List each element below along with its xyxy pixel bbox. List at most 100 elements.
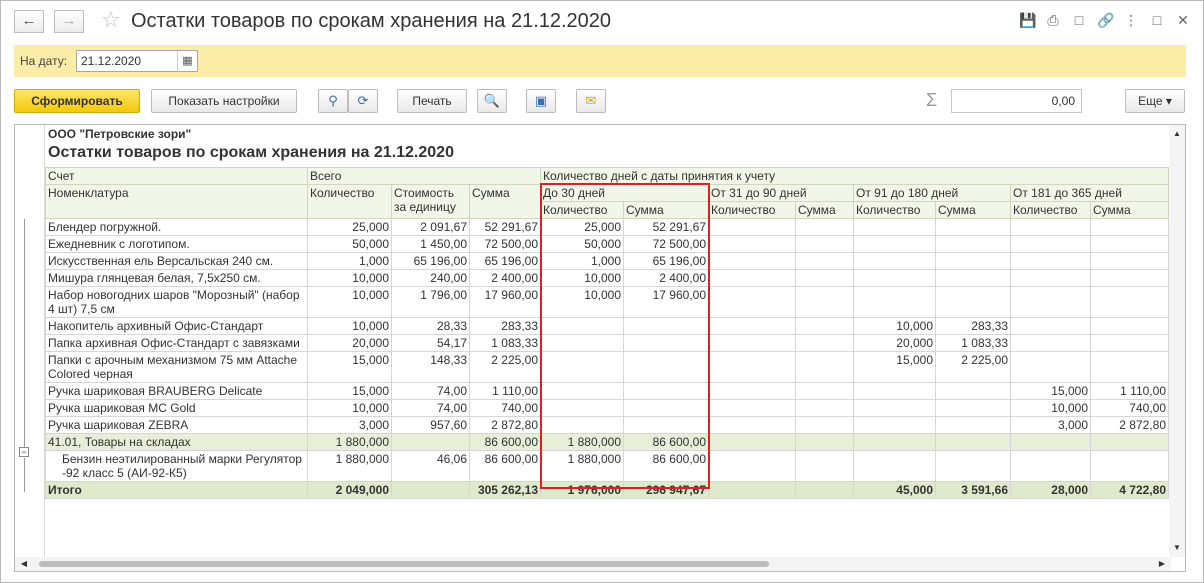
item-name: Блендер погружной. [45,218,308,236]
item-sum-365 [1090,252,1169,270]
generate-button[interactable]: Сформировать [14,89,140,113]
report-title: Остатки товаров по срокам хранения на 21… [48,144,454,161]
item-qty-30: 1 880,000 [540,450,624,482]
search-button[interactable]: ⚲ [318,89,348,113]
table-row[interactable]: Ручка шариковая MC Gold 10,000 74,00 740,00… [45,399,1169,417]
menu-dots-icon[interactable]: ⋮ [1123,12,1139,28]
item-qty-365: 15,000 [1010,382,1091,400]
horizontal-scrollbar[interactable]: ◀ ▶ [15,557,1171,571]
item-sum-30: 52 291,67 [623,218,709,236]
favorite-star-icon[interactable]: ☆ [101,7,121,33]
save-icon[interactable]: 💾 [1019,12,1036,28]
scroll-left-icon[interactable]: ◀ [17,557,31,571]
table-row[interactable]: Бензин неэтилированный марки Регулятор -… [45,450,1169,482]
item-qty-90 [708,252,796,270]
empty-cell [391,481,470,499]
item-sum-30: 72 500,00 [623,235,709,253]
header-sum: Сумма [1090,201,1169,219]
item-sum-180 [935,252,1011,270]
item-sum-30 [623,351,709,383]
group-name: 41.01, Товары на складах [45,433,308,451]
item-qty-90 [708,286,796,318]
email-button[interactable]: ✉ [576,89,606,113]
maximize-icon[interactable]: □ [1149,12,1165,28]
forward-button[interactable]: → [54,10,84,33]
item-sum-30: 65 196,00 [623,252,709,270]
table-row[interactable]: Мишура глянцевая белая, 7,5х250 см. 10,00… [45,269,1169,287]
item-qty-90 [708,269,796,287]
table-row[interactable]: Папки с арочным механизмом 75 мм Attache… [45,351,1169,383]
item-qty-365 [1010,351,1091,383]
item-qty-180 [853,382,936,400]
item-qty-180: 15,000 [853,351,936,383]
empty-cell [708,433,796,451]
table-row[interactable]: Набор новогодних шаров "Морозный" (набор… [45,286,1169,318]
search-refresh-button[interactable]: ⟳ [348,89,378,113]
print-button[interactable]: Печать [397,89,467,113]
collapse-toggle[interactable]: − [19,447,29,457]
item-name: Бензин неэтилированный марки Регулятор -… [45,450,308,482]
scroll-thumb[interactable] [39,561,769,567]
arrow-left-icon: ← [21,12,37,29]
item-qty-30: 10,000 [540,269,624,287]
table-row[interactable]: Ручка шариковая BRAUBERG Delicate 15,000 7… [45,382,1169,400]
item-sum-90 [795,235,854,253]
preview-button[interactable]: 🔍 [477,89,507,113]
item-qty-30 [540,382,624,400]
header-qty: Количество [708,201,796,219]
date-field[interactable]: 21.12.2020 ▦ [76,50,198,72]
scroll-up-icon[interactable]: ▲ [1169,127,1185,141]
item-qty-90 [708,382,796,400]
calendar-icon[interactable]: ▦ [177,51,197,71]
show-settings-button[interactable]: Показать настройки [151,89,297,113]
item-qty-365 [1010,252,1091,270]
table-row[interactable]: Ежедневник с логотипом. 50,000 1 450,00 72 … [45,235,1169,253]
sigma-icon: Σ [926,90,938,110]
table-row[interactable]: Блендер погружной. 25,000 2 091,67 52 291,6… [45,218,1169,236]
report-window: ← → ☆ Остатки товаров по срокам хранения… [0,0,1204,583]
total-label: Итого [45,481,308,499]
print-icon[interactable]: ⎙ [1045,12,1061,28]
item-qty-180 [853,218,936,236]
window-actions: 💾 ⎙ □ 🔗 ⋮ □ ✕ [1019,12,1191,28]
total-row: Итого 2 049,000 305 262,13 1 976,000 296… [45,481,1169,499]
title-bar: ← → ☆ Остатки товаров по срокам хранения… [1,1,1203,41]
item-sum-30 [623,334,709,352]
empty-cell [1010,433,1091,451]
arrow-right-icon: → [61,12,77,29]
header-d90: От 31 до 90 дней [708,184,854,202]
envelope-icon: ✉ [585,93,597,108]
item-cost: 957,60 [391,416,470,434]
table-row[interactable]: Папка архивная Офис-Стандарт с завязками… [45,334,1169,352]
scroll-right-icon[interactable]: ▶ [1155,557,1169,571]
table-row[interactable]: Искусственная ель Версальская 240 см. 1,0… [45,252,1169,270]
item-name: Папка архивная Офис-Стандарт с завязками [45,334,308,352]
scroll-down-icon[interactable]: ▼ [1169,541,1185,555]
group-row[interactable]: 41.01, Товары на складах 1 880,000 86 60… [45,433,1169,451]
back-button[interactable]: ← [14,10,44,33]
search-refresh-icon: ⟳ [357,93,369,108]
save-button[interactable]: ▣ [526,89,556,113]
item-qty-365: 10,000 [1010,399,1091,417]
table-row[interactable]: Ручка шариковая ZEBRA 3,000 957,60 2 872,80… [45,416,1169,434]
more-button[interactable]: Еще ▾ [1125,89,1185,113]
page-title: Остатки товаров по срокам хранения на 21… [131,10,612,32]
header-d30: До 30 дней [540,184,709,202]
item-qty-180 [853,399,936,417]
report-area[interactable]: − ООО "Петровские зори" Остатки товаров … [14,124,1186,572]
vertical-scrollbar[interactable]: ▲ ▼ [1169,125,1185,557]
preview-icon[interactable]: □ [1071,12,1087,28]
table-row[interactable]: Накопитель архивный Офис-Стандарт 10,000 2… [45,317,1169,335]
item-qty-365 [1010,218,1091,236]
item-name: Мишура глянцевая белая, 7,5х250 см. [45,269,308,287]
item-qty-90 [708,334,796,352]
close-icon[interactable]: ✕ [1175,12,1191,28]
item-cost: 148,33 [391,351,470,383]
item-cost: 1 796,00 [391,286,470,318]
item-sum: 65 196,00 [469,252,541,270]
link-icon[interactable]: 🔗 [1097,12,1114,28]
total-sum-180: 3 591,66 [935,481,1011,499]
item-qty: 10,000 [307,399,392,417]
empty-cell [708,450,796,482]
item-qty-30 [540,351,624,383]
